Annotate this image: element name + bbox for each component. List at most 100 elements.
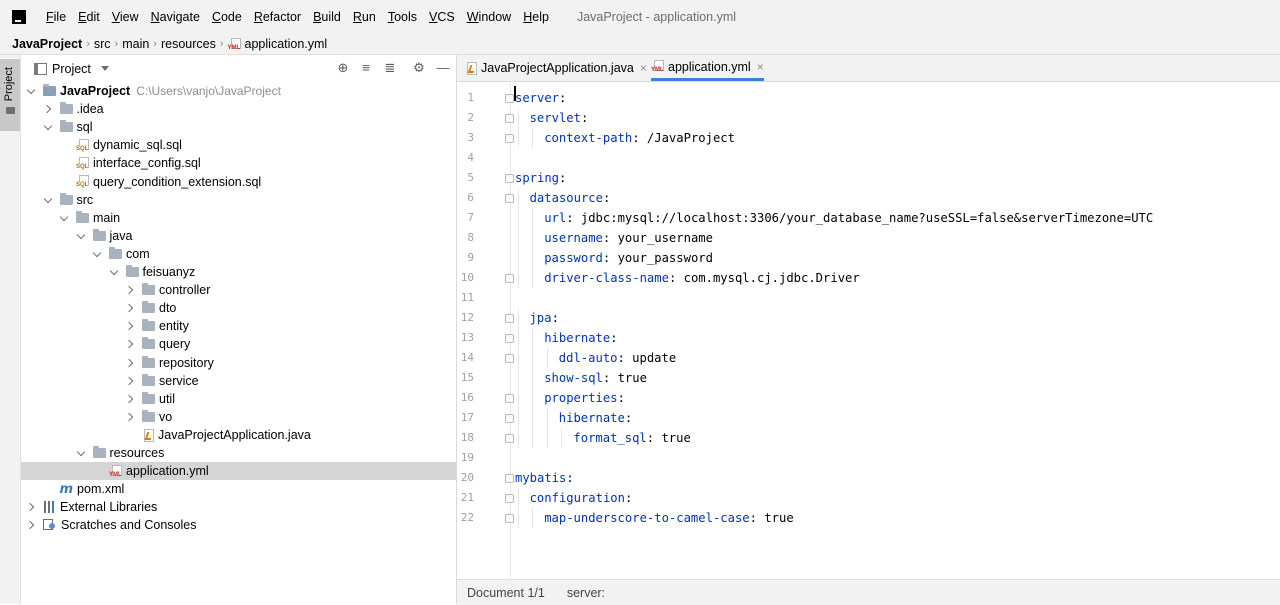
chevron-right-icon[interactable] — [126, 358, 136, 368]
chevron-right-icon[interactable] — [126, 376, 136, 386]
collapse-all-icon[interactable]: ≣ — [383, 61, 397, 75]
breadcrumb-item[interactable]: application.yml — [245, 37, 332, 51]
code-line[interactable]: mybatis: — [515, 468, 574, 488]
code-line[interactable]: hibernate: — [559, 408, 632, 428]
tree-item[interactable]: util — [21, 390, 456, 408]
chevron-down-icon[interactable] — [44, 122, 54, 132]
fold-marker-icon[interactable] — [505, 474, 514, 483]
menu-view[interactable]: View — [106, 10, 145, 24]
tree-item[interactable]: .idea — [21, 100, 456, 118]
tree-item[interactable]: application.yml — [21, 462, 456, 481]
project-panel-title[interactable]: Project — [52, 62, 91, 76]
fold-marker-icon[interactable] — [505, 434, 514, 443]
tree-item[interactable]: JavaProject C:\Users\vanjo\JavaProject — [21, 82, 456, 100]
tree-item[interactable]: m pom.xml — [21, 480, 456, 498]
code-line[interactable]: username: your_username — [544, 228, 713, 248]
tree-item[interactable]: interface_config.sql — [21, 154, 456, 172]
fold-marker-icon[interactable] — [505, 494, 514, 503]
chevron-right-icon[interactable] — [126, 285, 136, 295]
tree-item[interactable]: dto — [21, 299, 456, 317]
document-indicator[interactable]: Document 1/1 — [467, 586, 545, 600]
menu-build[interactable]: Build — [307, 10, 347, 24]
fold-marker-icon[interactable] — [505, 174, 514, 183]
close-icon[interactable]: × — [640, 61, 647, 75]
code-line[interactable]: format_sql: true — [573, 428, 690, 448]
chevron-down-icon[interactable] — [110, 267, 120, 277]
chevron-right-icon[interactable] — [126, 394, 136, 404]
code-line[interactable]: spring: — [515, 168, 566, 188]
tree-item[interactable]: vo — [21, 408, 456, 426]
breadcrumb-item[interactable]: JavaProject — [0, 37, 86, 51]
tree-item[interactable]: feisuanyz — [21, 263, 456, 281]
tree-item[interactable]: sql — [21, 118, 456, 136]
menu-refactor[interactable]: Refactor — [248, 10, 307, 24]
fold-marker-icon[interactable] — [505, 134, 514, 143]
code-line[interactable]: hibernate: — [544, 328, 617, 348]
tree-item[interactable]: entity — [21, 317, 456, 335]
chevron-right-icon[interactable] — [126, 339, 136, 349]
chevron-right-icon[interactable] — [27, 520, 37, 530]
chevron-right-icon[interactable] — [44, 104, 54, 114]
code-line[interactable]: driver-class-name: com.mysql.cj.jdbc.Dri… — [544, 268, 860, 288]
locate-file-icon[interactable]: ⊕ — [336, 61, 350, 75]
chevron-down-icon[interactable] — [77, 231, 87, 241]
tree-item[interactable]: Scratches and Consoles — [21, 516, 456, 534]
fold-marker-icon[interactable] — [505, 114, 514, 123]
chevron-right-icon[interactable] — [126, 303, 136, 313]
tree-item[interactable]: query_condition_extension.sql — [21, 173, 456, 191]
menu-window[interactable]: Window — [461, 10, 517, 24]
chevron-down-icon[interactable] — [77, 448, 87, 458]
chevron-right-icon[interactable] — [126, 321, 136, 331]
expand-all-icon[interactable]: ≡ — [359, 61, 373, 75]
editor-tab[interactable]: application.yml × — [651, 55, 764, 81]
code-line[interactable]: context-path: /JavaProject — [544, 128, 735, 148]
fold-marker-icon[interactable] — [505, 414, 514, 423]
code-line[interactable]: map-underscore-to-camel-case: true — [544, 508, 793, 528]
close-icon[interactable]: × — [757, 60, 764, 74]
chevron-down-icon[interactable] — [93, 249, 103, 259]
chevron-down-icon[interactable] — [60, 213, 70, 223]
yaml-path-indicator[interactable]: server: — [567, 586, 605, 600]
gear-icon[interactable]: ⚙ — [412, 61, 426, 75]
tree-item[interactable]: repository — [21, 354, 456, 372]
chevron-down-icon[interactable] — [27, 86, 37, 96]
chevron-right-icon[interactable] — [126, 412, 136, 422]
tree-item[interactable]: com — [21, 245, 456, 263]
tree-item[interactable]: java — [21, 227, 456, 245]
chevron-right-icon[interactable] — [27, 502, 37, 512]
menu-help[interactable]: Help — [517, 10, 555, 24]
tree-item[interactable]: resources — [21, 444, 456, 462]
menu-edit[interactable]: Edit — [72, 10, 106, 24]
tree-item[interactable]: controller — [21, 281, 456, 299]
code-editor[interactable]: server: servlet: context-path: /JavaProjec… — [515, 82, 1280, 579]
menu-file[interactable]: File — [40, 10, 72, 24]
code-line[interactable]: servlet: — [530, 108, 589, 128]
breadcrumb-item[interactable]: resources — [157, 37, 220, 51]
menu-navigate[interactable]: Navigate — [145, 10, 206, 24]
tree-item[interactable]: JavaProjectApplication.java — [21, 426, 456, 444]
fold-marker-icon[interactable] — [505, 514, 514, 523]
breadcrumb-item[interactable]: src — [90, 37, 115, 51]
code-line[interactable]: show-sql: true — [544, 368, 647, 388]
code-line[interactable]: url: jdbc:mysql://localhost:3306/your_da… — [544, 208, 1153, 228]
tree-item[interactable]: src — [21, 191, 456, 209]
menu-run[interactable]: Run — [347, 10, 382, 24]
fold-marker-icon[interactable] — [505, 354, 514, 363]
fold-marker-icon[interactable] — [505, 394, 514, 403]
fold-marker-icon[interactable] — [505, 94, 514, 103]
code-line[interactable]: configuration: — [530, 488, 633, 508]
fold-marker-icon[interactable] — [505, 274, 514, 283]
chevron-down-icon[interactable] — [100, 66, 109, 71]
tree-item[interactable]: service — [21, 372, 456, 390]
tree-item[interactable]: query — [21, 335, 456, 353]
fold-marker-icon[interactable] — [505, 334, 514, 343]
tree-item[interactable]: dynamic_sql.sql — [21, 136, 456, 154]
menu-tools[interactable]: Tools — [382, 10, 423, 24]
menu-vcs[interactable]: VCS — [423, 10, 461, 24]
code-line[interactable]: server: — [515, 88, 566, 108]
editor-tab[interactable]: JavaProjectApplication.java × — [465, 55, 647, 81]
code-line[interactable]: ddl-auto: update — [559, 348, 676, 368]
code-line[interactable]: properties: — [544, 388, 625, 408]
fold-marker-icon[interactable] — [505, 194, 514, 203]
code-line[interactable]: datasource: — [530, 188, 611, 208]
